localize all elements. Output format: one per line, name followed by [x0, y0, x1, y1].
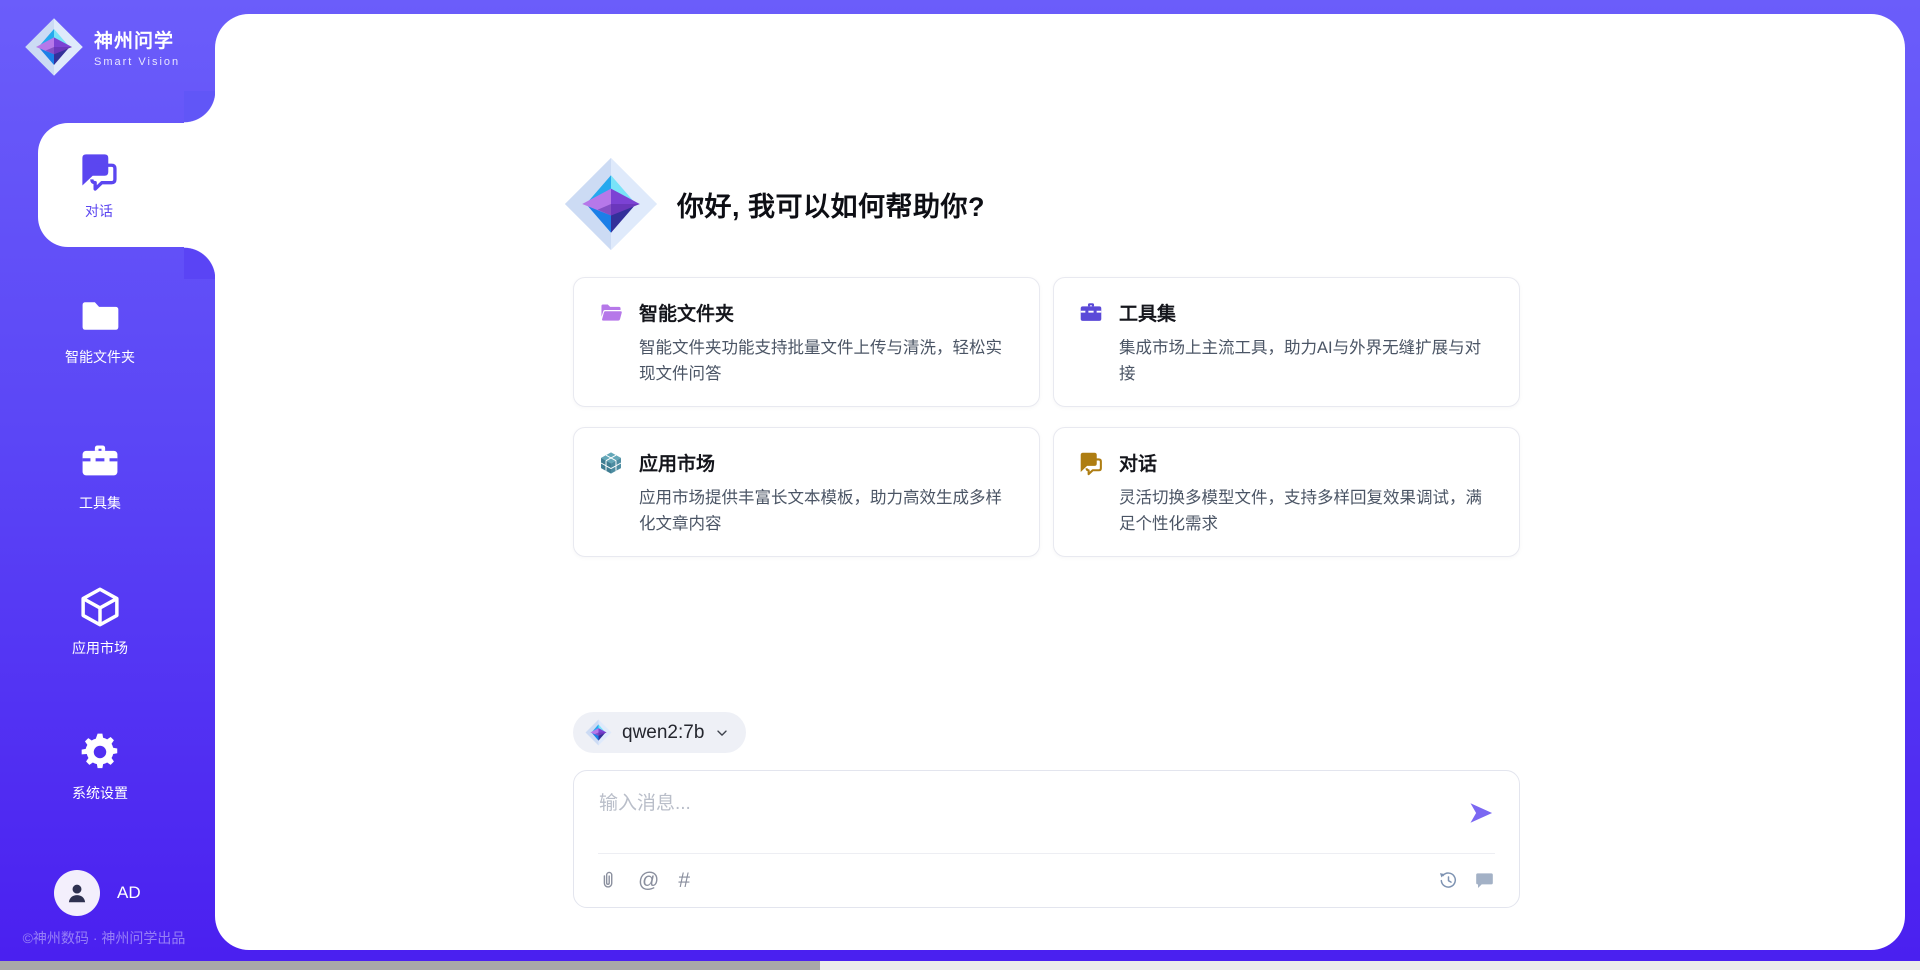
card-title: 对话	[1119, 449, 1157, 476]
briefcase-icon	[78, 440, 122, 484]
sidebar-item-app-market[interactable]: 应用市场	[0, 585, 200, 658]
sidebar-item-label: 工具集	[79, 493, 121, 513]
greeting-title: 你好, 我可以如何帮助你?	[677, 185, 985, 224]
sidebar-item-label: 系统设置	[72, 783, 128, 803]
folder-open-icon	[598, 300, 624, 326]
scrollbar-thumb[interactable]	[0, 961, 820, 970]
person-icon	[64, 880, 90, 906]
card-title: 智能文件夹	[639, 299, 734, 326]
greeting-gem-icon	[563, 156, 659, 252]
history-icon[interactable]	[1438, 870, 1459, 891]
card-title: 应用市场	[639, 449, 715, 476]
chat-icon	[78, 150, 120, 192]
brand-name: 神州问学	[94, 26, 180, 53]
sidebar: 神州问学 Smart Vision 对话 智能文件夹 工具集 应用市场 系统设置…	[0, 0, 215, 970]
at-icon[interactable]: @	[638, 870, 659, 891]
cube-icon	[78, 585, 122, 629]
sidebar-item-chat-active[interactable]: 对话	[38, 123, 216, 247]
gear-icon	[78, 730, 122, 774]
sidebar-item-label: 智能文件夹	[65, 347, 135, 367]
sidebar-item-toolset[interactable]: 工具集	[0, 440, 200, 513]
message-composer: @ #	[573, 770, 1520, 908]
copyright-footer: ©神州数码 · 神州问学出品	[0, 928, 208, 948]
card-desc: 应用市场提供丰富长文本模板，助力高效生成多样化文章内容	[639, 485, 1015, 537]
card-chat[interactable]: 对话 灵活切换多模型文件，支持多样回复效果调试，满足个性化需求	[1053, 427, 1520, 557]
brand-subtitle: Smart Vision	[94, 56, 180, 68]
message-input[interactable]	[599, 788, 1439, 846]
paperclip-icon[interactable]	[598, 870, 619, 891]
model-gem-icon	[585, 719, 612, 746]
tab-fillet-top	[184, 91, 216, 123]
user-name: AD	[117, 883, 141, 903]
brand-gem-icon	[24, 16, 84, 78]
sidebar-item-smart-folder[interactable]: 智能文件夹	[0, 294, 200, 367]
sidebar-item-label: 应用市场	[72, 638, 128, 658]
chat-bubble-icon[interactable]	[1474, 870, 1495, 891]
user-account[interactable]: AD	[54, 870, 141, 916]
card-toolset[interactable]: 工具集 集成市场上主流工具，助力AI与外界无缝扩展与对接	[1053, 277, 1520, 407]
horizontal-scrollbar	[0, 961, 1920, 970]
card-desc: 灵活切换多模型文件，支持多样回复效果调试，满足个性化需求	[1119, 485, 1495, 537]
sidebar-item-settings[interactable]: 系统设置	[0, 730, 200, 803]
card-desc: 集成市场上主流工具，助力AI与外界无缝扩展与对接	[1119, 335, 1495, 387]
composer-toolbar: @ #	[598, 853, 1495, 907]
card-smart-folder[interactable]: 智能文件夹 智能文件夹功能支持批量文件上传与清洗，轻松实现文件问答	[573, 277, 1040, 407]
main-panel: 你好, 我可以如何帮助你? 智能文件夹 智能文件夹功能支持批量文件上传与清洗，轻…	[215, 14, 1905, 950]
folder-icon	[78, 294, 122, 338]
briefcase-icon	[1078, 300, 1104, 326]
avatar	[54, 870, 100, 916]
chat-icon	[1078, 450, 1104, 476]
feature-cards: 智能文件夹 智能文件夹功能支持批量文件上传与清洗，轻松实现文件问答 工具集 集成…	[573, 277, 1520, 557]
brand: 神州问学 Smart Vision	[24, 16, 180, 78]
card-desc: 智能文件夹功能支持批量文件上传与清洗，轻松实现文件问答	[639, 335, 1015, 387]
sidebar-item-label: 对话	[85, 201, 113, 221]
tab-fillet-bottom	[184, 247, 216, 279]
chevron-down-icon	[714, 725, 730, 741]
model-selector[interactable]: qwen2:7b	[573, 712, 746, 753]
send-button[interactable]	[1467, 799, 1495, 827]
card-title: 工具集	[1119, 299, 1176, 326]
hash-icon[interactable]: #	[678, 870, 690, 891]
greeting-block: 你好, 我可以如何帮助你?	[563, 156, 985, 252]
cube-grid-icon	[598, 450, 624, 476]
model-name: qwen2:7b	[622, 722, 704, 744]
card-app-market[interactable]: 应用市场 应用市场提供丰富长文本模板，助力高效生成多样化文章内容	[573, 427, 1040, 557]
send-icon	[1467, 799, 1495, 827]
